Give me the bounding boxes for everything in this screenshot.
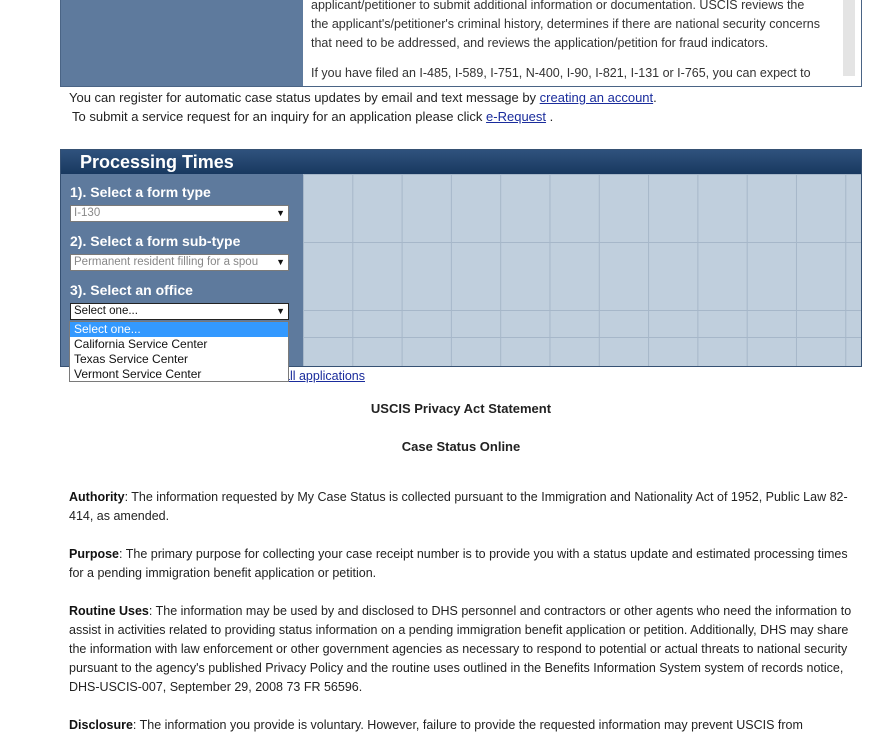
all-applications-link[interactable]: all applications <box>283 369 365 383</box>
office-value: Select one... <box>74 305 138 317</box>
chevron-down-icon: ▼ <box>276 306 285 316</box>
info-line-1: applicant/petitioner to submit additiona… <box>311 0 805 12</box>
erequest-text: To submit a service request for an inqui… <box>72 109 487 124</box>
form-type-value: I-130 <box>74 207 101 219</box>
erequest-link[interactable]: e-Request <box>486 109 546 124</box>
processing-times-title: Processing Times <box>61 150 861 174</box>
grid-line <box>303 174 861 175</box>
form-subtype-value: Permanent resident filling for a spou <box>74 256 259 268</box>
office-dropdown-list[interactable]: Select one... California Service Center … <box>69 321 289 382</box>
case-status-info-box: applicant/petitioner to submit additiona… <box>60 0 862 87</box>
office-option[interactable]: Vermont Service Center <box>70 367 288 382</box>
disclosure-text: : The information you provide is volunta… <box>132 718 803 732</box>
info-scrollbar[interactable] <box>837 0 861 86</box>
office-option[interactable]: Select one... <box>70 322 288 337</box>
register-line: You can register for automatic case stat… <box>69 90 657 105</box>
office-option[interactable]: Texas Service Center <box>70 352 288 367</box>
register-text: You can register for automatic case stat… <box>69 90 540 105</box>
purpose-text: : The primary purpose for collecting you… <box>69 547 848 580</box>
routine-uses-label: Routine Uses <box>69 604 149 618</box>
step2-label: 2). Select a form sub-type <box>70 233 241 249</box>
step1-label: 1). Select a form type <box>70 184 211 200</box>
privacy-title: USCIS Privacy Act Statement <box>370 401 552 416</box>
step3-label: 3). Select an office <box>70 282 193 298</box>
erequest-end: . <box>546 109 554 124</box>
grid-line <box>303 337 861 338</box>
scrollbar-thumb[interactable] <box>843 0 855 76</box>
processing-results-grid <box>303 174 861 366</box>
routine-uses-paragraph: Routine Uses: The information may be use… <box>69 602 854 697</box>
info-line-3: that need to be addressed, and reviews t… <box>311 36 769 50</box>
erequest-line: To submit a service request for an inqui… <box>72 109 553 124</box>
disclosure-label: Disclosure <box>69 718 133 732</box>
form-subtype-select[interactable]: Permanent resident filling for a spou ▼ <box>70 254 289 271</box>
register-end: . <box>653 90 657 105</box>
office-select[interactable]: Select one... ▼ <box>70 303 289 320</box>
form-type-select[interactable]: I-130 ▼ <box>70 205 289 222</box>
disclosure-paragraph: Disclosure: The information you provide … <box>69 716 854 735</box>
authority-text: : The information requested by My Case S… <box>69 490 848 523</box>
creating-account-link[interactable]: creating an account <box>540 90 653 105</box>
chevron-down-icon: ▼ <box>276 257 285 267</box>
privacy-subtitle: Case Status Online <box>401 439 521 454</box>
authority-paragraph: Authority: The information requested by … <box>69 488 854 526</box>
chevron-down-icon: ▼ <box>276 208 285 218</box>
purpose-paragraph: Purpose: The primary purpose for collect… <box>69 545 854 583</box>
info-line-2: the applicant's/petitioner's criminal hi… <box>311 17 820 31</box>
info-text-panel: applicant/petitioner to submit additiona… <box>303 0 837 86</box>
authority-label: Authority <box>69 490 125 504</box>
info-line-4: If you have filed an I-485, I-589, I-751… <box>311 66 811 80</box>
purpose-label: Purpose <box>69 547 120 561</box>
office-option[interactable]: California Service Center <box>70 337 288 352</box>
routine-uses-text: : The information may be used by and dis… <box>69 604 852 694</box>
